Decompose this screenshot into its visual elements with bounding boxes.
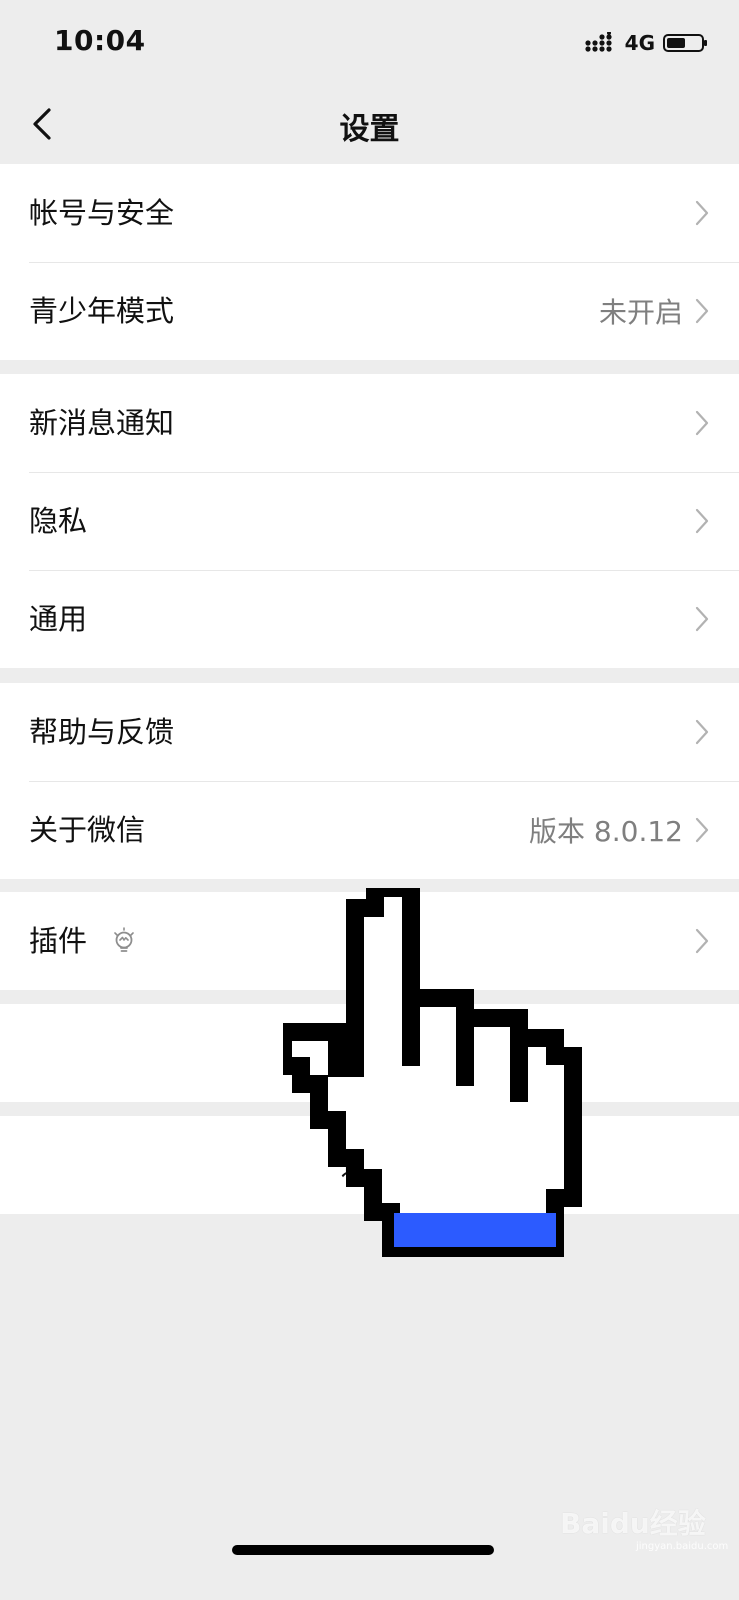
switch-account-label: 切换帐号: [311, 1035, 428, 1070]
settings-group-support: 帮助与反馈 关于微信 版本 8.0.12: [0, 683, 739, 879]
version-value: 版本 8.0.12: [529, 815, 683, 848]
signal-icon: [585, 32, 615, 54]
status-right: 4G: [585, 32, 709, 54]
watermark-brand: Baidu经验: [560, 1507, 706, 1540]
teen-mode-row[interactable]: 青少年模式 未开启: [0, 262, 739, 360]
chevron-right-icon: [693, 927, 711, 955]
privacy-label: 隐私: [29, 503, 88, 538]
teen-mode-status: 未开启: [598, 296, 683, 329]
lightbulb-icon: [111, 927, 137, 955]
logout-button[interactable]: 退出: [0, 1116, 739, 1214]
new-message-notifications-row[interactable]: 新消息通知: [0, 374, 739, 472]
account-security-label: 帐号与安全: [29, 195, 175, 230]
status-time: 10:04: [54, 24, 146, 57]
plugins-row[interactable]: 插件: [0, 892, 739, 990]
switch-account-button[interactable]: 切换帐号: [0, 1004, 739, 1102]
about-wechat-label: 关于微信: [29, 812, 146, 847]
general-label: 通用: [29, 601, 88, 636]
network-label: 4G: [624, 31, 655, 55]
chevron-right-icon: [693, 297, 711, 325]
privacy-row[interactable]: 隐私: [0, 472, 739, 570]
chevron-right-icon: [693, 718, 711, 746]
page-title: 设置: [339, 112, 400, 147]
chevron-right-icon: [693, 605, 711, 633]
home-indicator: [232, 1545, 494, 1555]
battery-icon: [663, 32, 709, 54]
settings-group-preferences: 新消息通知 隐私 通用: [0, 374, 739, 668]
teen-mode-label: 青少年模式: [29, 293, 175, 328]
chevron-right-icon: [693, 409, 711, 437]
help-feedback-row[interactable]: 帮助与反馈: [0, 683, 739, 781]
chevron-right-icon: [693, 816, 711, 844]
plugins-label: 插件: [29, 923, 88, 958]
chevron-right-icon: [693, 199, 711, 227]
general-row[interactable]: 通用: [0, 570, 739, 668]
chevron-right-icon: [693, 507, 711, 535]
nav-bar: 设置: [0, 88, 739, 164]
account-security-row[interactable]: 帐号与安全: [0, 164, 739, 262]
logout-label: 退出: [340, 1147, 399, 1182]
new-message-notifications-label: 新消息通知: [29, 405, 175, 440]
settings-group-plugins: 插件: [0, 892, 739, 990]
settings-group-account: 帐号与安全 青少年模式 未开启: [0, 164, 739, 360]
status-bar: 10:04 4G: [0, 0, 739, 88]
about-wechat-row[interactable]: 关于微信 版本 8.0.12: [0, 781, 739, 879]
watermark-url: jingyan.baidu.com: [636, 1541, 729, 1552]
switch-account-group: 切换帐号: [0, 1004, 739, 1102]
logout-group: 退出: [0, 1116, 739, 1214]
help-feedback-label: 帮助与反馈: [29, 714, 175, 749]
